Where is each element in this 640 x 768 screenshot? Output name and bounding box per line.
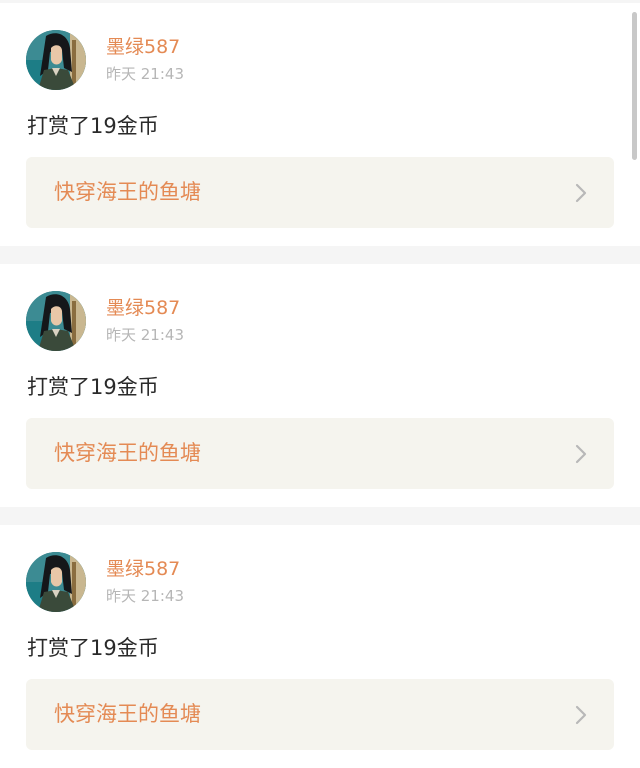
reward-text: 打赏了19金币: [27, 375, 159, 399]
user-avatar-icon[interactable]: [26, 30, 86, 90]
username[interactable]: 墨绿587: [106, 35, 180, 59]
book-link[interactable]: 快穿海王的鱼塘: [26, 418, 614, 489]
reward-card: 墨绿587 昨天 21:43 打赏了19金币 快穿海王的鱼塘: [0, 264, 640, 507]
user-avatar-icon[interactable]: [26, 291, 86, 351]
timestamp: 昨天 21:43: [106, 326, 184, 344]
reward-text: 打赏了19金币: [27, 636, 159, 660]
book-link[interactable]: 快穿海王的鱼塘: [26, 679, 614, 750]
username[interactable]: 墨绿587: [106, 296, 180, 320]
reward-text: 打赏了19金币: [27, 114, 159, 138]
timestamp: 昨天 21:43: [106, 65, 184, 83]
chevron-right-icon: [575, 705, 587, 725]
timestamp: 昨天 21:43: [106, 587, 184, 605]
book-title: 快穿海王的鱼塘: [54, 180, 201, 204]
chevron-right-icon: [575, 444, 587, 464]
book-link[interactable]: 快穿海王的鱼塘: [26, 157, 614, 228]
reward-card: 墨绿587 昨天 21:43 打赏了19金币 快穿海王的鱼塘: [0, 3, 640, 246]
reward-feed: 墨绿587 昨天 21:43 打赏了19金币 快穿海王的鱼塘 墨绿587 昨天 …: [0, 0, 640, 768]
username[interactable]: 墨绿587: [106, 557, 180, 581]
scrollbar[interactable]: [632, 12, 637, 160]
reward-card: 墨绿587 昨天 21:43 打赏了19金币 快穿海王的鱼塘: [0, 525, 640, 768]
user-avatar-icon[interactable]: [26, 552, 86, 612]
book-title: 快穿海王的鱼塘: [54, 702, 201, 726]
book-title: 快穿海王的鱼塘: [54, 441, 201, 465]
chevron-right-icon: [575, 183, 587, 203]
